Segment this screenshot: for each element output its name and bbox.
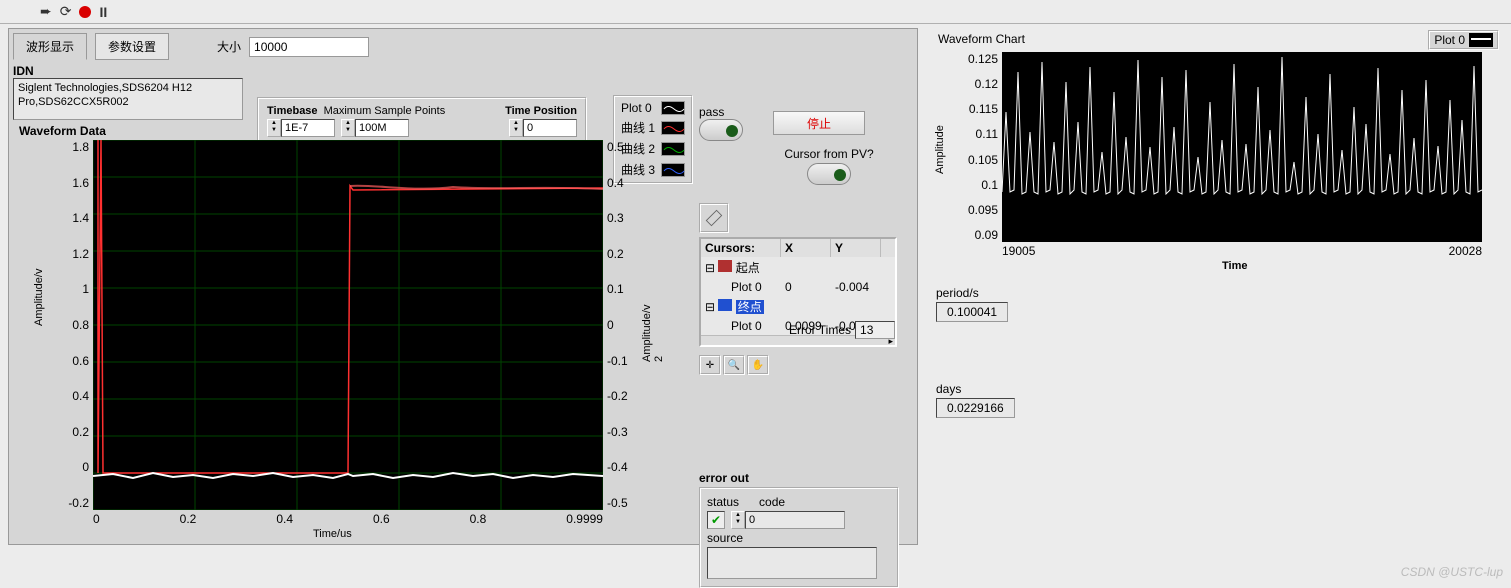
pan-icon: ✋ (747, 355, 769, 375)
waveform-chart[interactable]: 1.81.61.41.210.80.60.40.20-0.2 0.50.40.3… (13, 140, 683, 540)
status-check-icon: ✔ (707, 511, 725, 529)
y-axis-2: 0.50.40.30.20.10-0.1-0.2-0.3-0.4-0.5 (607, 140, 633, 510)
timebase-label: Timebase (267, 105, 318, 117)
stop-icon[interactable] (79, 6, 91, 18)
toolbar: ➨ ⟳ II (0, 0, 1511, 24)
days-indicator: days 0.0229166 (936, 382, 1499, 418)
error-times: Error Times 13 (789, 321, 895, 339)
watermark: CSDN @USTC-lup (1401, 565, 1503, 579)
zoom-icon: 🔍 (723, 355, 745, 375)
run-icon[interactable]: ➨ (40, 3, 52, 20)
pass-led[interactable] (699, 119, 743, 141)
period-indicator: period/s 0.100041 (936, 286, 1499, 322)
x-axis: 00.20.40.60.80.9999 (93, 512, 603, 526)
idn-label: IDN (13, 64, 913, 78)
right-chart[interactable]: 0.1250.120.1150.110.1050.10.0950.09 1900… (932, 48, 1492, 278)
size-label: 大小 (217, 38, 241, 55)
cursor-pv-led[interactable] (807, 163, 851, 185)
legend-row-0[interactable]: Plot 0 (617, 99, 689, 117)
legend-row-1[interactable]: 曲线 1 (617, 117, 689, 138)
timepos-input[interactable]: ▲▼ (509, 119, 577, 137)
maxpoints-label: Maximum Sample Points (324, 105, 446, 117)
timebase-input[interactable]: ▲▼ (267, 119, 335, 137)
crosshair-icon: ✛ (699, 355, 721, 375)
maxpoints-input[interactable]: ▲▼ (341, 119, 409, 137)
y2-axis-label: Amplitude/v 2 (641, 305, 665, 362)
timepos-label: Time Position (505, 105, 577, 117)
r-x-axis: 1900520028 (1002, 244, 1482, 258)
idn-value: Siglent Technologies,SDS6204 H12 Pro,SDS… (13, 78, 243, 120)
size-input[interactable] (249, 37, 369, 57)
tab-params[interactable]: 参数设置 (95, 33, 169, 60)
x-axis-label: Time/us (313, 528, 352, 540)
cursor-row-1: ⊟ 终点 (701, 296, 895, 317)
plot-selector[interactable]: Plot 0 (1428, 30, 1499, 50)
right-panel: Waveform Chart Plot 0 0.1250.120.1150.11… (928, 28, 1503, 545)
left-panel: 波形显示 参数设置 大小 IDN Siglent Technologies,SD… (8, 28, 918, 545)
pass-label: pass (699, 105, 743, 119)
loop-icon[interactable]: ⟳ (60, 3, 72, 20)
graph-palette[interactable]: ✛ 🔍 ✋ (699, 355, 899, 375)
pause-icon[interactable]: II (99, 4, 107, 20)
y-axis: 1.81.61.41.210.80.60.40.20-0.2 (63, 140, 89, 510)
tab-waveform[interactable]: 波形显示 (13, 33, 87, 60)
source-input[interactable] (707, 547, 877, 579)
code-input[interactable]: ▲▼ (731, 511, 845, 529)
right-chart-title: Waveform Chart (938, 32, 1499, 46)
right-chart-svg (1002, 52, 1482, 242)
cursor-pv-label: Cursor from PV? (759, 147, 899, 161)
r-x-label: Time (1222, 260, 1247, 272)
r-y-label: Amplitude (934, 125, 946, 174)
error-out: error out statuscode ✔ ▲▼ source (699, 471, 899, 588)
waveform-svg (93, 140, 603, 510)
stop-button[interactable]: 停止 (773, 111, 865, 135)
cursor-row-0: ⊟ 起点 (701, 257, 895, 278)
y-axis-label: Amplitude/v (33, 269, 45, 326)
r-y-axis: 0.1250.120.1150.110.1050.10.0950.09 (968, 52, 998, 242)
cursor-nav-icon[interactable] (699, 203, 729, 233)
